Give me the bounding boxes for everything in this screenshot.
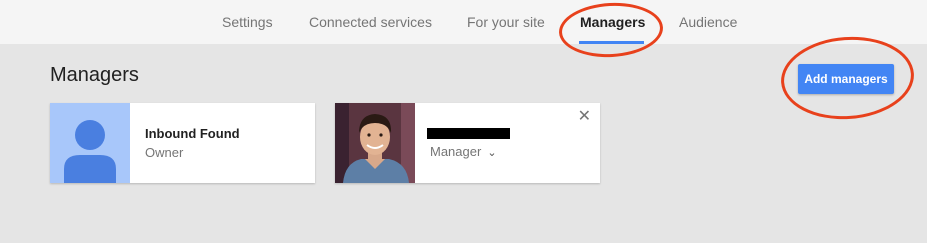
tab-audience[interactable]: Audience xyxy=(679,0,737,44)
close-icon[interactable]: ✕ xyxy=(578,109,591,125)
top-nav: Settings Connected services For your sit… xyxy=(0,0,927,44)
page-title: Managers xyxy=(50,64,139,86)
manager-role: Manager xyxy=(430,144,482,159)
role-dropdown[interactable]: Manager ⌄ xyxy=(430,144,497,159)
profile-photo xyxy=(335,103,415,183)
tab-for-your-site[interactable]: For your site xyxy=(467,0,545,44)
add-managers-button[interactable]: Add managers xyxy=(798,64,894,94)
manager-card: Inbound Found Owner xyxy=(50,103,315,183)
tab-settings[interactable]: Settings xyxy=(222,0,273,44)
manager-name: Inbound Found xyxy=(145,126,240,141)
active-tab-indicator xyxy=(579,41,644,44)
tab-managers[interactable]: Managers xyxy=(580,0,645,44)
chevron-down-icon: ⌄ xyxy=(487,147,497,159)
avatar xyxy=(50,103,130,183)
tab-connected-services[interactable]: Connected services xyxy=(309,0,432,44)
redacted-name-bar xyxy=(427,128,510,139)
manager-role: Owner xyxy=(145,145,184,160)
profile-photo-illustration xyxy=(335,103,415,183)
default-person-icon xyxy=(64,120,116,183)
manager-card: Manager ⌄ ✕ xyxy=(335,103,600,183)
